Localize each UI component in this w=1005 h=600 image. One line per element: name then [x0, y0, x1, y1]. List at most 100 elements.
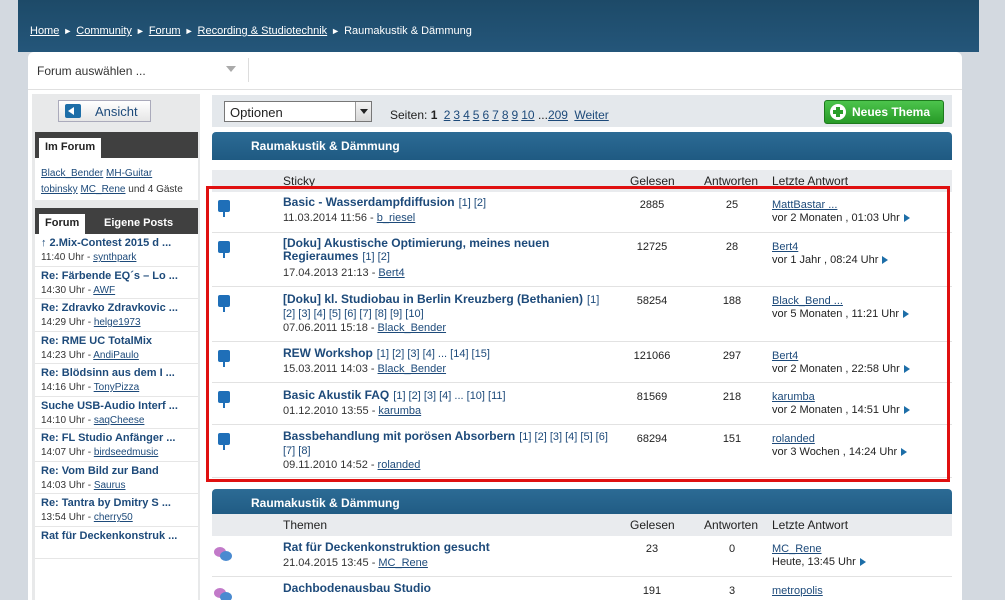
latest-post-meta: 13:54 Uhr - cherry50 [41, 512, 133, 523]
online-box: Im Forum Black_Bender MH-Guitar tobinsky… [35, 132, 198, 200]
latest-post-user[interactable]: synthpark [93, 252, 136, 263]
page-links: 2 3 4 5 6 7 8 9 10 [441, 108, 538, 122]
latest-post-user[interactable]: TonyPizza [94, 382, 140, 393]
page-link[interactable]: 3 [453, 108, 460, 122]
latest-post-item[interactable]: Re: Vom Bild zur Band 14:03 Uhr - Saurus [35, 462, 198, 494]
bubble-part [220, 592, 232, 600]
thread-date: 21.04.2015 13:45 - [283, 557, 376, 569]
latest-post-user[interactable]: AndiPaulo [93, 350, 139, 361]
options-select[interactable]: Optionen [224, 101, 372, 122]
latest-post-title[interactable]: ↑ 2.Mix-Contest 2015 d ... [41, 237, 192, 249]
page-link-last[interactable]: 209 [548, 108, 568, 122]
latest-post-meta: 14:29 Uhr - helge1973 [41, 317, 141, 328]
latest-post-item[interactable]: ↑ 2.Mix-Contest 2015 d ... 11:40 Uhr - sy… [35, 234, 198, 267]
latest-post-item[interactable]: Rat für Deckenkonstruk ... [35, 527, 198, 559]
latest-post-user[interactable]: saqCheese [94, 415, 145, 426]
breadcrumb-forum[interactable]: Forum [149, 25, 181, 37]
latest-post-title[interactable]: Re: Blödsinn aus dem I ... [41, 367, 192, 379]
latest-post-time: 14:29 Uhr [41, 317, 85, 328]
last-reply-user[interactable]: MC_Rene [772, 543, 822, 555]
col-letzte-antwort[interactable]: Letzte Antwort [772, 518, 848, 532]
page-link[interactable]: 7 [492, 108, 499, 122]
plus-icon [830, 104, 846, 120]
current-page: 1 [430, 108, 438, 122]
latest-post-user[interactable]: birdseedmusic [94, 447, 158, 458]
latest-post-user[interactable]: Saurus [94, 480, 126, 491]
latest-post-item[interactable]: Re: Zdravko Zdravkovic ... 14:29 Uhr - he… [35, 299, 198, 332]
page-link[interactable]: 9 [512, 108, 519, 122]
latest-post-time: 14:30 Uhr [41, 284, 85, 296]
online-user[interactable]: MH-Guitar [106, 168, 152, 179]
latest-post-time: 13:54 Uhr [41, 512, 85, 523]
col-antworten[interactable]: Antworten [704, 518, 758, 532]
latest-post-item[interactable]: Suche USB-Audio Interf ... 14:10 Uhr - sa… [35, 397, 198, 429]
latest-post-title[interactable]: Re: Färbende EQ´s – Lo ... [41, 270, 192, 282]
latest-post-user[interactable]: cherry50 [94, 512, 133, 523]
pages-label: Seiten: [390, 108, 428, 122]
latest-post-title[interactable]: Rat für Deckenkonstruk ... [41, 530, 192, 542]
latest-post-item[interactable]: Re: FL Studio Anfänger ... 14:07 Uhr - bi… [35, 429, 198, 462]
tab-im-forum[interactable]: Im Forum [39, 138, 102, 158]
page-link[interactable]: 10 [521, 108, 534, 122]
thread-title-block: Dachbodenausbau Studio [283, 582, 613, 595]
thread-row[interactable]: Dachbodenausbau Studio 191 3 metropolis [212, 577, 952, 600]
divider [248, 58, 249, 82]
thread-read-count: 23 [645, 543, 659, 555]
online-user[interactable]: Black_Bender [41, 168, 103, 179]
options-select-value: Optionen [230, 105, 283, 120]
go-to-last-icon[interactable] [859, 558, 866, 567]
last-reply-time: Heute, 13:45 Uhr [772, 556, 856, 568]
breadcrumb-separator: ► [135, 26, 145, 36]
tab-eigene-posts[interactable]: Eigene Posts [104, 217, 173, 229]
thread-author[interactable]: MC_Rene [378, 557, 428, 569]
page-link[interactable]: 5 [473, 108, 480, 122]
latest-post-item[interactable]: Re: Tantra by Dmitry S ... 13:54 Uhr - ch… [35, 494, 198, 527]
breadcrumb-community[interactable]: Community [76, 25, 132, 37]
topics-section-header: Raumakustik & Dämmung [212, 489, 952, 517]
new-thread-button[interactable]: Neues Thema [824, 100, 944, 124]
chevron-down-icon[interactable] [355, 102, 371, 121]
latest-posts-box: Forum Eigene Posts ↑ 2.Mix-Contest 2015 … [35, 208, 198, 600]
latest-post-title[interactable]: Re: Tantra by Dmitry S ... [41, 497, 192, 509]
latest-post-title[interactable]: Re: RME UC TotalMix [41, 335, 192, 347]
last-reply-user[interactable]: metropolis [772, 585, 823, 597]
online-user[interactable]: tobinsky [41, 184, 78, 195]
breadcrumb-separator: ► [184, 26, 194, 36]
thread-answer-count: 3 [728, 585, 736, 597]
col-gelesen[interactable]: Gelesen [630, 518, 675, 532]
thread-title[interactable]: Rat für Deckenkonstruktion gesucht [283, 540, 490, 554]
latest-post-user[interactable]: AWF [93, 285, 115, 296]
latest-post-item[interactable]: Re: Färbende EQ´s – Lo ... 14:30 Uhr - AW… [35, 267, 198, 299]
breadcrumb-separator: ► [63, 26, 73, 36]
online-user[interactable]: MC_Rene [80, 184, 125, 195]
thread-row[interactable]: Rat für Deckenkonstruktion gesucht 21.04.… [212, 536, 952, 577]
guests-text: und 4 Gäste [128, 184, 183, 195]
highlight-box [206, 186, 950, 482]
section-title: Raumakustik & Dämmung [251, 139, 400, 153]
latest-post-title[interactable]: Re: FL Studio Anfänger ... [41, 432, 192, 444]
latest-post-item[interactable]: Re: RME UC TotalMix 14:23 Uhr - AndiPaulo [35, 332, 198, 364]
breadcrumb-home[interactable]: Home [30, 25, 59, 37]
page-link[interactable]: 8 [502, 108, 509, 122]
breadcrumb-current: Raumakustik & Dämmung [344, 25, 472, 37]
next-page-link[interactable]: Weiter [574, 108, 608, 122]
col-themen: Themen [283, 518, 328, 532]
latest-post-title[interactable]: Suche USB-Audio Interf ... [41, 400, 192, 412]
latest-post-title[interactable]: Re: Zdravko Zdravkovic ... [41, 302, 192, 314]
section-title: Raumakustik & Dämmung [251, 496, 400, 510]
page-link[interactable]: 6 [482, 108, 489, 122]
page-link[interactable]: 4 [463, 108, 470, 122]
breadcrumb-recording[interactable]: Recording & Studiotechnik [198, 25, 328, 37]
forum-select[interactable]: Forum auswählen ... [28, 52, 962, 90]
thread-title[interactable]: Dachbodenausbau Studio [283, 581, 431, 595]
latest-post-title[interactable]: Re: Vom Bild zur Band [41, 465, 192, 477]
new-thread-label: Neues Thema [852, 105, 931, 119]
latest-post-user[interactable]: helge1973 [94, 317, 141, 328]
ansicht-button[interactable]: Ansicht [58, 100, 151, 122]
chat-bubbles-icon [214, 588, 232, 600]
pagination: Seiten: 1 2 3 4 5 6 7 8 9 10 ...209 Weiter [390, 108, 609, 122]
latest-post-meta: 14:30 Uhr - AWF [41, 284, 116, 296]
tab-forum[interactable]: Forum [39, 214, 86, 234]
page-link[interactable]: 2 [444, 108, 451, 122]
latest-post-item[interactable]: Re: Blödsinn aus dem I ... 14:16 Uhr - To… [35, 364, 198, 397]
